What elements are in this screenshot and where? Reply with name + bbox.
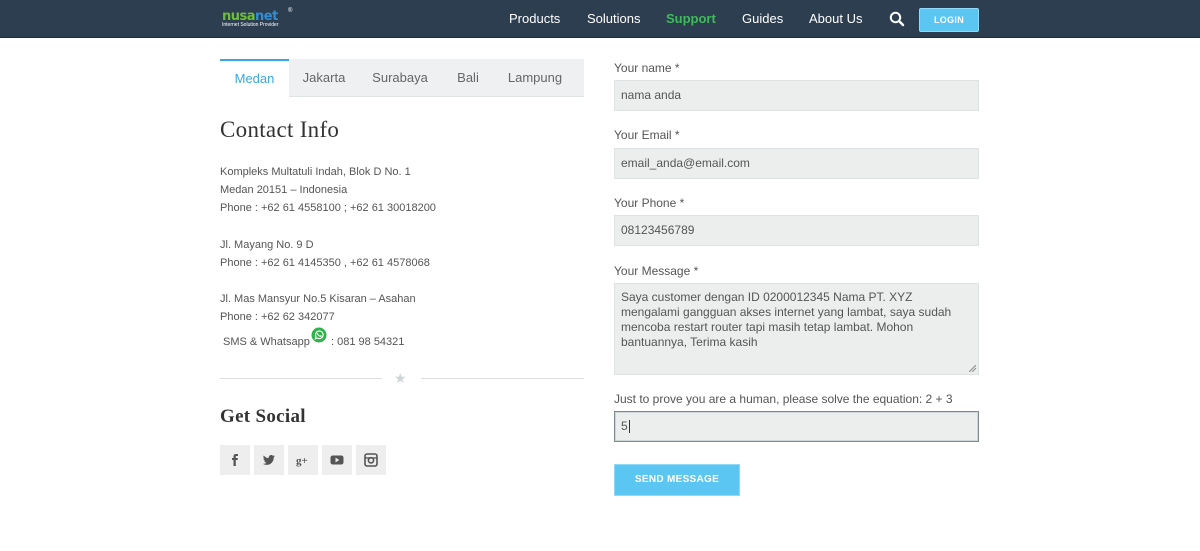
nusanet-logo[interactable]: nusanet ® Internet Solution Provider [222, 8, 294, 30]
resize-handle-icon[interactable] [969, 365, 976, 372]
send-message-button[interactable]: SEND MESSAGE [614, 464, 740, 496]
address-line: Jl. Mas Mansyur No.5 Kisaran – Asahan [220, 293, 416, 305]
tab-medan[interactable]: Medan [220, 59, 289, 97]
text-caret [628, 420, 630, 434]
email-label: Your Email * [614, 128, 680, 142]
tab-lampung[interactable]: Lampung [502, 59, 568, 97]
login-button[interactable]: LOGIN [919, 8, 979, 32]
captcha-value: 5 [621, 419, 628, 433]
location-tabs: Medan Jakarta Surabaya Bali Lampung [220, 59, 584, 97]
svg-text:g+: g+ [296, 455, 308, 467]
phone-line: Phone : +62 62 342077 [220, 311, 335, 323]
phone-label: Your Phone * [614, 196, 685, 210]
phone-field[interactable]: 08123456789 [614, 215, 979, 246]
nav-solutions[interactable]: Solutions [587, 11, 640, 27]
twitter-icon[interactable] [254, 445, 284, 475]
captcha-field[interactable]: 5 [614, 411, 979, 442]
nav-guides[interactable]: Guides [742, 11, 783, 27]
email-field[interactable]: email_anda@email.com [614, 148, 979, 179]
tab-bali[interactable]: Bali [450, 59, 486, 97]
logo-tagline: Internet Solution Provider [222, 22, 279, 28]
tab-surabaya[interactable]: Surabaya [366, 59, 434, 97]
captcha-label: Just to prove you are a human, please so… [614, 392, 953, 406]
star-icon: ★ [394, 370, 407, 386]
nav-products[interactable]: Products [509, 11, 560, 27]
sms-whatsapp-label: SMS & Whatsapp [223, 336, 310, 348]
divider [421, 378, 584, 379]
address-line: Medan 20151 – Indonesia [220, 184, 348, 196]
whatsapp-icon [311, 327, 327, 343]
message-textarea[interactable]: Saya customer dengan ID 0200012345 Nama … [614, 283, 979, 375]
phone-line: Phone : +62 61 4145350 , +62 61 4578068 [220, 257, 430, 269]
registered-mark: ® [288, 8, 293, 14]
top-navbar: nusanet ® Internet Solution Provider Pro… [0, 0, 1200, 38]
search-icon[interactable] [889, 11, 905, 27]
name-label: Your name * [614, 61, 680, 75]
youtube-icon[interactable] [322, 445, 352, 475]
facebook-icon[interactable] [220, 445, 250, 475]
address-line: Kompleks Multatuli Indah, Blok D No. 1 [220, 166, 411, 178]
tab-jakarta[interactable]: Jakarta [294, 59, 354, 97]
name-field[interactable]: nama anda [614, 80, 979, 111]
phone-line: Phone : +62 61 4558100 ; +62 61 30018200 [220, 202, 436, 214]
google-plus-icon[interactable]: g+ [288, 445, 318, 475]
instagram-icon[interactable] [356, 445, 386, 475]
nav-support[interactable]: Support [666, 11, 716, 27]
message-label: Your Message * [614, 264, 699, 278]
address-line: Jl. Mayang No. 9 D [220, 239, 314, 251]
contact-info-heading: Contact Info [220, 117, 340, 142]
nav-about-us[interactable]: About Us [809, 11, 862, 27]
sms-whatsapp-number: : 081 98 54321 [331, 336, 405, 348]
get-social-heading: Get Social [220, 406, 306, 427]
message-text: Saya customer dengan ID 0200012345 Nama … [621, 290, 952, 349]
divider [220, 378, 382, 379]
